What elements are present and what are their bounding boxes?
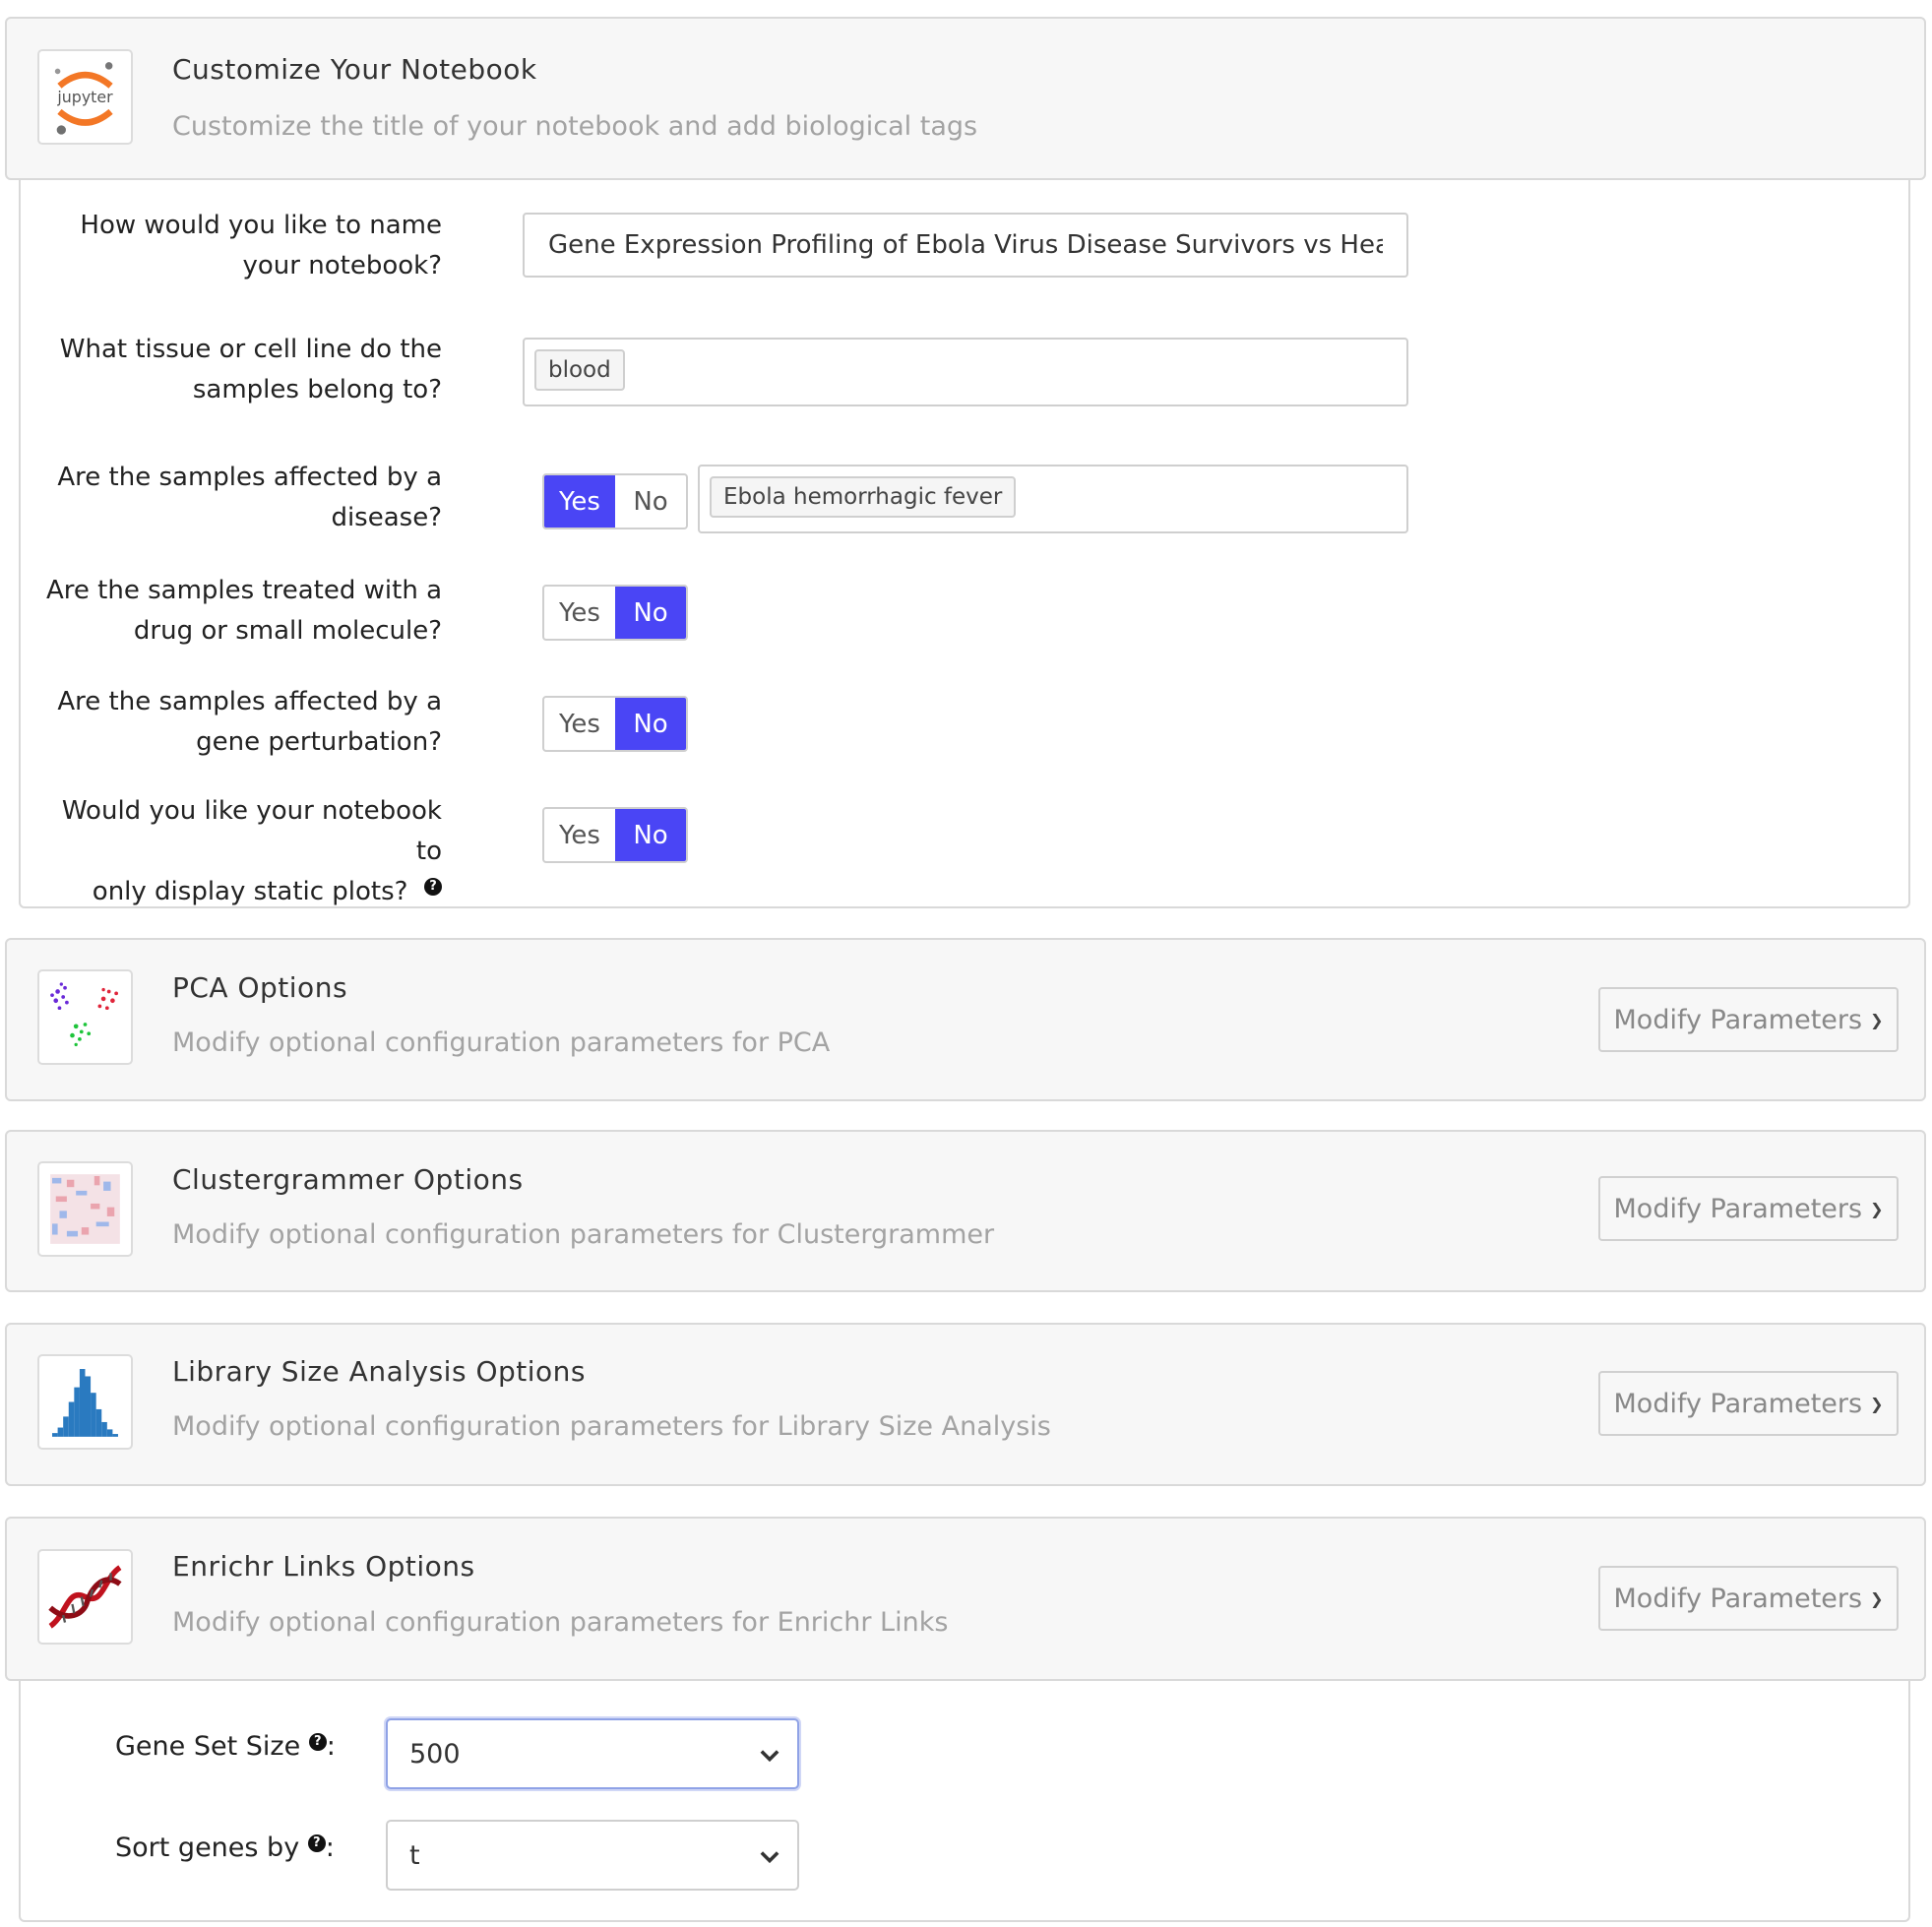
chevron-down-icon: ❯ bbox=[1870, 1588, 1884, 1608]
static-plots-help-icon[interactable]: ? bbox=[424, 877, 442, 896]
perturbation-label: Are the samples affected by a gene pertu… bbox=[57, 687, 442, 757]
notebook-name-input-box bbox=[523, 213, 1408, 278]
disease-tag[interactable]: Ebola hemorrhagic fever bbox=[710, 476, 1017, 518]
chevron-down-icon bbox=[760, 1750, 779, 1763]
clustergrammer-subtitle: Modify optional configuration parameters… bbox=[172, 1219, 995, 1250]
library-subtitle: Modify optional configuration parameters… bbox=[172, 1411, 1051, 1442]
disease-toggle: Yes No bbox=[542, 473, 688, 529]
chevron-down-icon: ❯ bbox=[1870, 1199, 1884, 1218]
pca-title: PCA Options bbox=[172, 971, 348, 1004]
clustergrammer-title: Clustergrammer Options bbox=[172, 1163, 524, 1196]
gene-set-size-select[interactable]: 500 bbox=[386, 1718, 799, 1789]
tissue-tag-input[interactable]: blood bbox=[523, 338, 1408, 406]
jupyter-wordmark: jupyter bbox=[56, 88, 113, 106]
static-plots-label: Would you like your notebook to only dis… bbox=[61, 796, 442, 906]
histogram-icon bbox=[37, 1354, 133, 1450]
disease-no-option[interactable]: No bbox=[615, 475, 686, 528]
clustergrammer-header: Clustergrammer Options Modify optional c… bbox=[5, 1130, 1926, 1292]
drug-no-option[interactable]: No bbox=[615, 587, 686, 639]
perturbation-no-option[interactable]: No bbox=[615, 698, 686, 750]
static-plots-no-option[interactable]: No bbox=[615, 809, 686, 861]
library-header: Library Size Analysis Options Modify opt… bbox=[5, 1323, 1926, 1486]
jupyter-icon: jupyter bbox=[37, 49, 133, 145]
enrichr-subtitle: Modify optional configuration parameters… bbox=[172, 1607, 949, 1638]
drug-toggle: Yes No bbox=[542, 585, 688, 641]
pca-header: PCA Options Modify optional configuratio… bbox=[5, 938, 1926, 1101]
perturbation-toggle: Yes No bbox=[542, 696, 688, 752]
pca-scatter-icon bbox=[37, 969, 133, 1065]
customize-header: jupyter Customize Your Notebook Customiz… bbox=[5, 17, 1926, 180]
library-modify-parameters-button[interactable]: Modify Parameters ❯ bbox=[1598, 1371, 1899, 1436]
tissue-label: What tissue or cell line do the samples … bbox=[59, 335, 442, 404]
dna-icon bbox=[37, 1549, 133, 1645]
drug-yes-option[interactable]: Yes bbox=[544, 587, 615, 639]
customize-title: Customize Your Notebook bbox=[172, 53, 537, 86]
perturbation-yes-option[interactable]: Yes bbox=[544, 698, 615, 750]
drug-label: Are the samples treated with a drug or s… bbox=[46, 576, 442, 646]
disease-label: Are the samples affected by a disease? bbox=[57, 463, 442, 532]
notebook-name-input[interactable] bbox=[525, 215, 1406, 276]
gene-set-size-help-icon[interactable]: ? bbox=[308, 1732, 327, 1751]
enrichr-header: Enrichr Links Options Modify optional co… bbox=[5, 1517, 1926, 1681]
disease-yes-option[interactable]: Yes bbox=[544, 475, 615, 528]
sort-genes-by-select[interactable]: t bbox=[386, 1820, 799, 1891]
chevron-down-icon bbox=[760, 1851, 779, 1864]
disease-tag-input[interactable]: Ebola hemorrhagic fever bbox=[698, 465, 1408, 533]
sort-genes-by-help-icon[interactable]: ? bbox=[307, 1834, 326, 1852]
library-title: Library Size Analysis Options bbox=[172, 1355, 586, 1388]
tissue-tag[interactable]: blood bbox=[534, 349, 625, 391]
chevron-down-icon: ❯ bbox=[1870, 1394, 1884, 1413]
static-plots-yes-option[interactable]: Yes bbox=[544, 809, 615, 861]
gene-set-size-label: Gene Set Size ?: bbox=[115, 1731, 336, 1762]
sort-genes-by-label: Sort genes by ?: bbox=[115, 1833, 335, 1863]
clustergrammer-modify-parameters-button[interactable]: Modify Parameters ❯ bbox=[1598, 1176, 1899, 1241]
pca-subtitle: Modify optional configuration parameters… bbox=[172, 1027, 831, 1058]
static-plots-toggle: Yes No bbox=[542, 807, 688, 863]
clustergrammer-heatmap-icon bbox=[37, 1161, 133, 1257]
notebook-name-label: How would you like to name your notebook… bbox=[80, 211, 442, 280]
customize-panel: How would you like to name your notebook… bbox=[19, 180, 1910, 908]
pca-modify-parameters-button[interactable]: Modify Parameters ❯ bbox=[1598, 987, 1899, 1052]
chevron-down-icon: ❯ bbox=[1870, 1010, 1884, 1029]
enrichr-modify-parameters-button[interactable]: Modify Parameters ❯ bbox=[1598, 1566, 1899, 1631]
customize-subtitle: Customize the title of your notebook and… bbox=[172, 111, 978, 142]
enrichr-title: Enrichr Links Options bbox=[172, 1550, 475, 1583]
enrichr-params-panel: Gene Set Size ?: 500 Sort genes by ?: t bbox=[19, 1681, 1910, 1922]
